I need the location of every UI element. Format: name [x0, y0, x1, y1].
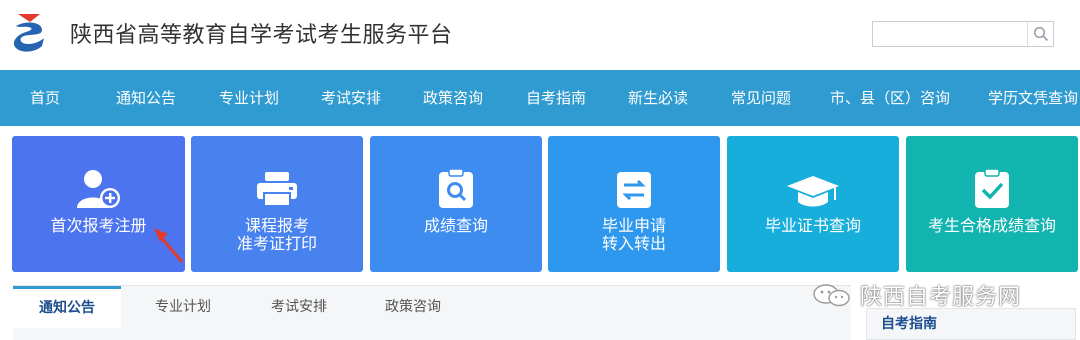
- search-document-icon: [436, 168, 476, 214]
- tile-qualified-score-query[interactable]: 考生合格成绩查询: [906, 136, 1078, 272]
- tile-label-line2: 转入转出: [601, 234, 666, 253]
- transfer-icon: [614, 168, 654, 214]
- nav-item-faq[interactable]: 常见问题: [731, 70, 791, 126]
- tab-major-plans[interactable]: 专业计划: [133, 286, 233, 328]
- pointer-arrow-icon: [154, 228, 184, 263]
- search-box: [872, 21, 1054, 47]
- site-title: 陕西省高等教育自学考试考生服务平台: [70, 23, 453, 48]
- tile-label-line1: 毕业申请: [601, 216, 666, 235]
- search-button[interactable]: [1027, 22, 1053, 46]
- nav-item-diploma-query[interactable]: 学历文凭查询: [988, 70, 1078, 126]
- nav-item-exam-schedule[interactable]: 考试安排: [321, 70, 381, 126]
- tile-label-line2: 准考证打印: [236, 234, 317, 253]
- tile-score-query[interactable]: 成绩查询: [370, 136, 542, 272]
- user-add-icon: [75, 168, 123, 216]
- site-logo-icon[interactable]: [12, 12, 48, 56]
- tab-notices[interactable]: 通知公告: [13, 286, 121, 328]
- nav-item-notices[interactable]: 通知公告: [116, 70, 176, 126]
- check-clipboard-icon: [972, 168, 1012, 214]
- site-header: 陕西省高等教育自学考试考生服务平台: [0, 0, 1080, 70]
- tile-label: 毕业证书查询: [764, 216, 861, 235]
- notice-tabs: 通知公告 专业计划 考试安排 政策咨询: [13, 285, 851, 340]
- tile-label: 成绩查询: [423, 216, 488, 235]
- nav-item-county-consult[interactable]: 市、县（区）咨询: [830, 70, 950, 126]
- watermark-text: 陕西自考服务网: [860, 285, 1022, 310]
- tile-first-registration[interactable]: 首次报考注册: [12, 136, 185, 272]
- main-nav: 首页 通知公告 专业计划 考试安排 政策咨询 自考指南 新生必读 常见问题 市、…: [0, 70, 1080, 126]
- tile-diploma-query[interactable]: 毕业证书查询: [727, 136, 899, 272]
- tile-label-line1: 课程报考: [244, 216, 309, 235]
- side-panel-guide: 自考指南: [866, 308, 1076, 340]
- search-icon: [1033, 26, 1048, 42]
- printer-icon: [255, 170, 299, 212]
- nav-item-newcomer[interactable]: 新生必读: [628, 70, 688, 126]
- graduation-cap-icon: [785, 174, 841, 214]
- search-input[interactable]: [873, 22, 1027, 46]
- nav-item-home[interactable]: 首页: [30, 70, 60, 126]
- tab-exam-schedule[interactable]: 考试安排: [249, 286, 349, 328]
- tab-policy[interactable]: 政策咨询: [363, 286, 463, 328]
- nav-item-major-plans[interactable]: 专业计划: [219, 70, 279, 126]
- side-panel-title[interactable]: 自考指南: [881, 313, 937, 333]
- tile-label: 考生合格成绩查询: [927, 216, 1056, 235]
- tile-graduation-application[interactable]: 毕业申请 转入转出: [548, 136, 720, 272]
- tile-course-registration[interactable]: 课程报考 准考证打印: [191, 136, 363, 272]
- wechat-icon: [813, 284, 850, 307]
- watermark: 陕西自考服务网: [812, 280, 1021, 310]
- nav-item-policy[interactable]: 政策咨询: [423, 70, 483, 126]
- nav-item-guide[interactable]: 自考指南: [526, 70, 586, 126]
